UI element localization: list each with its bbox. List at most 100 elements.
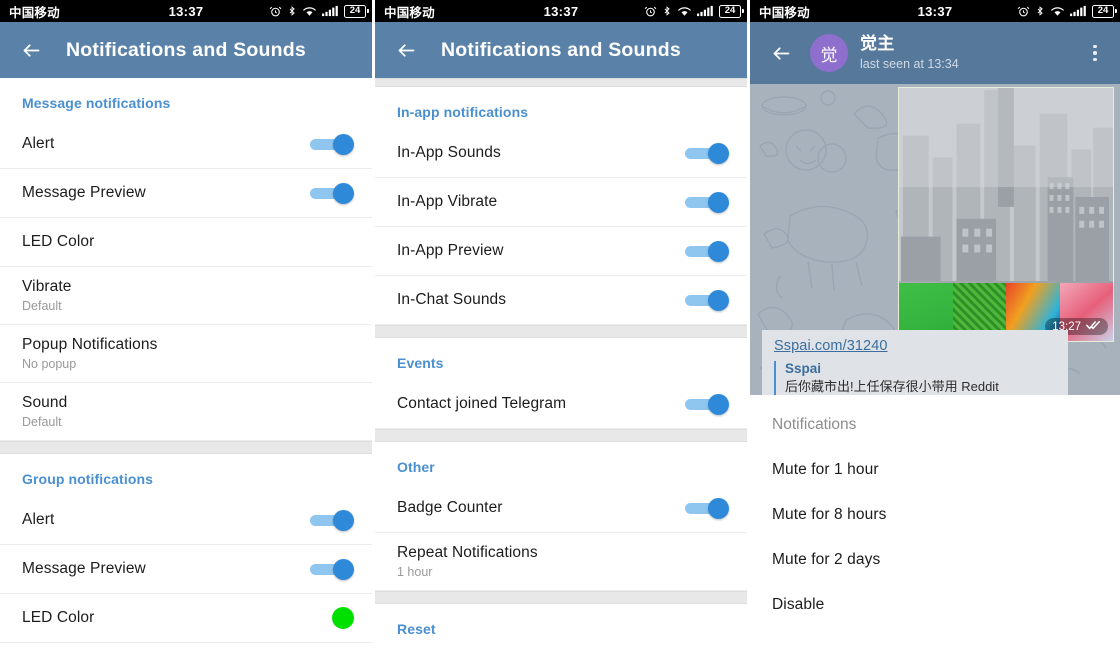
menu-item-mute-8-hours[interactable]: Mute for 8 hours <box>772 479 1098 524</box>
toggle-in-app-preview[interactable] <box>683 241 729 262</box>
battery-icon: 24 <box>344 4 369 18</box>
panel-message-notifications: 中国移动 13:37 24 Notifications and Sounds M… <box>0 0 372 661</box>
signal-icon <box>1070 5 1087 17</box>
toggle-in-app-sounds[interactable] <box>683 143 729 164</box>
battery-icon: 24 <box>1092 4 1117 18</box>
double-check-icon <box>1086 320 1101 333</box>
setting-row-alert[interactable]: Alert <box>0 120 372 169</box>
wifi-icon <box>1050 5 1065 17</box>
menu-item-disable[interactable]: Disable <box>772 569 1098 614</box>
toggle-in-chat-sounds[interactable] <box>683 290 729 311</box>
row-title: Contact joined Telegram <box>397 395 567 412</box>
page-title: Notifications and Sounds <box>66 38 306 61</box>
row-title: Message Preview <box>22 560 146 577</box>
chat-identity[interactable]: 觉主 last seen at 13:34 <box>860 34 959 72</box>
status-icons: 24 <box>644 4 744 18</box>
led-color-swatch[interactable] <box>332 607 354 629</box>
row-title: LED Color <box>22 609 95 626</box>
link-preview-card[interactable]: Sspai.com/31240 Sspai 后你藏市出!上任保存很小带用 Red… <box>762 330 1068 395</box>
alarm-icon <box>1017 5 1030 18</box>
toggle-badge-counter[interactable] <box>683 498 729 519</box>
photo-city-skyline[interactable] <box>899 88 1113 283</box>
section-divider <box>375 591 747 604</box>
more-options-icon[interactable] <box>1082 36 1108 70</box>
section-divider <box>375 429 747 442</box>
menu-item-mute-2-days[interactable]: Mute for 2 days <box>772 524 1098 569</box>
setting-row-contact-joined[interactable]: Contact joined Telegram <box>375 380 747 429</box>
alarm-icon <box>269 5 282 18</box>
setting-row-in-app-preview[interactable]: In-App Preview <box>375 227 747 276</box>
chat-message-area: 13:27 Sspai.com/31240 Sspai 后你藏市出!上任保存很小… <box>750 84 1120 395</box>
bluetooth-icon <box>662 4 672 18</box>
toggle-contact-joined[interactable] <box>683 394 729 415</box>
status-bar: 中国移动 13:37 24 <box>750 0 1120 22</box>
row-title: In-App Vibrate <box>397 193 498 210</box>
setting-row-sound[interactable]: Sound Default <box>0 383 372 441</box>
toggle-group-alert[interactable] <box>308 510 354 531</box>
section-header-message-notifications: Message notifications <box>22 95 171 111</box>
alarm-icon <box>644 5 657 18</box>
toolbar: Notifications and Sounds <box>375 22 747 78</box>
photo-message[interactable]: 13:27 <box>898 87 1114 342</box>
notifications-mute-menu: Notifications Mute for 1 hour Mute for 8… <box>750 395 1120 661</box>
menu-title: Notifications <box>772 416 857 433</box>
signal-icon <box>697 5 714 17</box>
setting-row-group-alert[interactable]: Alert <box>0 496 372 545</box>
settings-list-2: In-app notifications In-App Sounds In-Ap… <box>375 87 747 646</box>
status-bar: 中国移动 13:37 24 <box>375 0 747 22</box>
three-phone-screenshots: 中国移动 13:37 24 Notifications and Sounds M… <box>0 0 1120 661</box>
row-title: Vibrate <box>22 278 72 295</box>
row-title: Alert <box>22 135 55 152</box>
setting-row-vibrate[interactable]: Vibrate Default <box>0 267 372 325</box>
setting-row-repeat-notifications[interactable]: Repeat Notifications 1 hour <box>375 533 747 591</box>
row-subtitle: Default <box>22 415 62 429</box>
setting-row-badge-counter[interactable]: Badge Counter <box>375 484 747 533</box>
setting-row-in-app-vibrate[interactable]: In-App Vibrate <box>375 178 747 227</box>
section-header-other: Other <box>397 459 435 475</box>
avatar[interactable]: 觉 <box>810 34 848 72</box>
setting-row-in-chat-sounds[interactable]: In-Chat Sounds <box>375 276 747 325</box>
setting-row-message-preview[interactable]: Message Preview <box>0 169 372 218</box>
back-arrow-icon[interactable] <box>764 36 798 70</box>
avatar-initial: 觉 <box>820 45 838 65</box>
reset-button[interactable]: Reset <box>375 604 747 646</box>
back-arrow-icon[interactable] <box>389 33 423 67</box>
back-arrow-icon[interactable] <box>14 33 48 67</box>
battery-level: 24 <box>724 5 736 17</box>
setting-row-led-color[interactable]: LED Color <box>0 218 372 267</box>
top-divider <box>375 78 747 87</box>
status-icons: 24 <box>1017 4 1117 18</box>
row-title: Popup Notifications <box>22 336 158 353</box>
section-header-in-app-notifications: In-app notifications <box>397 104 529 120</box>
toggle-alert[interactable] <box>308 134 354 155</box>
toggle-message-preview[interactable] <box>308 183 354 204</box>
row-subtitle: 1 hour <box>397 565 433 579</box>
section-header-events: Events <box>397 355 444 371</box>
panel-chat-mute-menu: 中国移动 13:37 24 觉 觉主 last seen at 13:34 13… <box>750 0 1120 661</box>
signal-icon <box>322 5 339 17</box>
link-description: 后你藏市出!上任保存很小带用 Reddit <box>785 379 999 394</box>
section-divider <box>0 441 372 454</box>
row-title: Message Preview <box>22 184 146 201</box>
toggle-group-message-preview[interactable] <box>308 559 354 580</box>
row-title: LED Color <box>22 233 95 250</box>
link-site-name: Sspai <box>785 361 822 376</box>
row-title: Repeat Notifications <box>397 544 538 561</box>
menu-item-mute-1-hour[interactable]: Mute for 1 hour <box>772 434 1098 479</box>
panel-inapp-notifications: 中国移动 13:37 24 Notifications and Sounds I… <box>375 0 747 661</box>
row-subtitle: No popup <box>22 357 77 371</box>
battery-level: 24 <box>349 5 361 17</box>
bluetooth-icon <box>1035 4 1045 18</box>
setting-row-group-led-color[interactable]: LED Color <box>0 594 372 643</box>
page-title: Notifications and Sounds <box>441 38 681 61</box>
battery-level: 24 <box>1097 5 1109 17</box>
toggle-in-app-vibrate[interactable] <box>683 192 729 213</box>
row-title: In-Chat Sounds <box>397 291 507 308</box>
chat-last-seen: last seen at 13:34 <box>860 57 959 72</box>
section-header-group-notifications: Group notifications <box>22 471 154 487</box>
row-title: Sound <box>22 394 68 411</box>
setting-row-group-message-preview[interactable]: Message Preview <box>0 545 372 594</box>
setting-row-popup-notifications[interactable]: Popup Notifications No popup <box>0 325 372 383</box>
setting-row-in-app-sounds[interactable]: In-App Sounds <box>375 129 747 178</box>
link-url[interactable]: Sspai.com/31240 <box>774 338 1056 354</box>
